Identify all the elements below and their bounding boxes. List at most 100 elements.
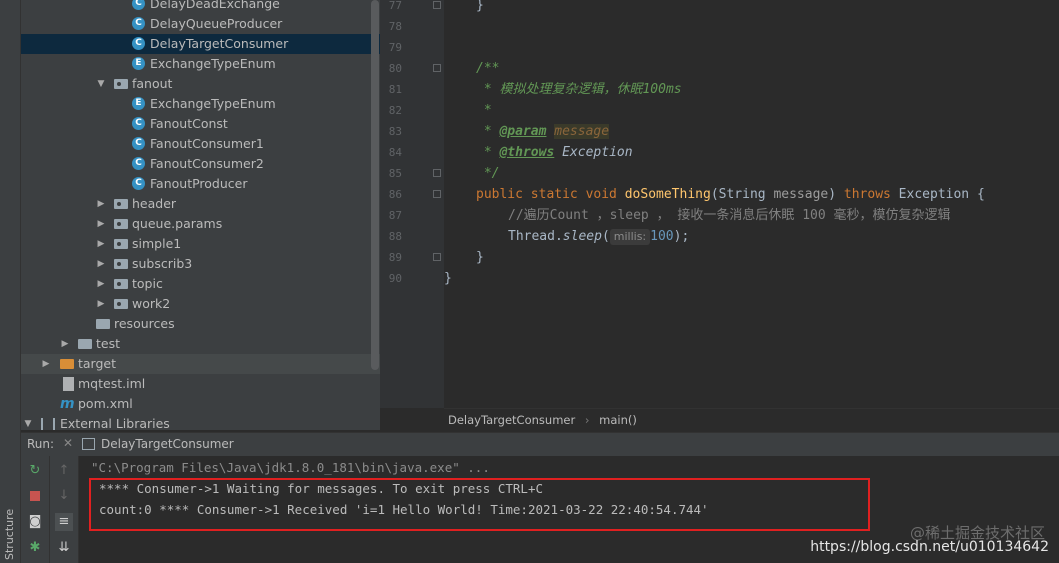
tree-item[interactable]: C FanoutConsumer1 [21,134,380,154]
console-line: "C:\Program Files\Java\jdk1.8.0_181\bin\… [91,460,490,475]
run-toolbar-primary: ↻ ◙ ✱ [21,456,50,563]
structure-tab[interactable]: Structure [2,508,18,560]
line-number: 79 [388,41,402,54]
line-number: 86 [388,188,402,201]
package-icon [114,279,128,289]
project-panel: C DelayDeadExchange C DelayQueueProducer C… [21,0,380,430]
breadcrumb-separator-icon: › [584,413,590,427]
tree-item-folder[interactable]: resources [21,314,380,334]
tree-item[interactable]: E ExchangeTypeEnum [21,94,380,114]
chevron-down-icon[interactable]: ▼ [96,74,106,94]
line-number: 82 [388,104,402,117]
soft-wrap-icon[interactable]: ≡ [55,513,73,531]
run-tab[interactable]: DelayTargetConsumer [101,437,234,451]
fold-marker-icon[interactable] [433,190,441,198]
maven-icon: m [60,396,75,412]
camera-icon[interactable]: ◙ [26,513,44,531]
breadcrumb-class[interactable]: DelayTargetConsumer [448,413,575,427]
enum-icon: E [132,97,145,110]
line-number: 84 [388,146,402,159]
chevron-right-icon[interactable]: ▶ [96,214,106,234]
tree-item-folder[interactable]: ▼ External Libraries [21,414,380,430]
package-icon [114,239,128,249]
tree-item-folder[interactable]: ▶ target [21,354,380,374]
line-number: 85 [388,167,402,180]
tree-item[interactable]: C FanoutConsumer2 [21,154,380,174]
arrow-down-icon[interactable]: ↓ [55,487,73,505]
line-number: 81 [388,83,402,96]
line-number: 80 [388,62,402,75]
chevron-right-icon[interactable]: ▶ [41,354,51,374]
fold-marker-icon[interactable] [433,253,441,261]
tree-item-folder[interactable]: ▶ simple1 [21,234,380,254]
tree-item-folder[interactable]: ▶ test [21,334,380,354]
fold-marker-icon[interactable] [433,169,441,177]
package-icon [114,219,128,229]
tree-item[interactable]: C DelayDeadExchange [21,0,380,14]
debug-icon[interactable]: ✱ [26,539,44,557]
project-scrollbar[interactable] [371,0,379,370]
tree-item-folder[interactable]: ▶ subscrib3 [21,254,380,274]
breadcrumb: DelayTargetConsumer › main() [444,408,1059,431]
run-label: Run: [27,437,55,451]
class-icon: C [132,117,145,130]
code-line: } [444,271,452,286]
resources-folder-icon [96,319,110,329]
package-icon [114,79,128,89]
tree-item[interactable]: E ExchangeTypeEnum [21,54,380,74]
chevron-right-icon[interactable]: ▶ [96,234,106,254]
line-number: 89 [388,251,402,264]
class-icon: C [132,0,145,10]
tree-item-folder[interactable]: ▶ queue.params [21,214,380,234]
arrow-up-icon[interactable]: ↑ [55,462,73,480]
line-number: 78 [388,20,402,33]
watermark-url: https://blog.csdn.net/u010134642 [810,539,1049,555]
fold-marker-icon[interactable] [433,64,441,72]
class-icon: C [132,157,145,170]
tree-item-file[interactable]: mqtest.iml [21,374,380,394]
code-line: } [476,0,484,13]
line-number: 90 [388,272,402,285]
parameter-hint: millis: [609,229,651,245]
class-icon: C [132,17,145,30]
class-icon: C [132,37,145,50]
code-line: } [476,250,484,265]
code-line: * 模拟处理复杂逻辑，休眠100ms [476,82,682,97]
tree-item[interactable]: C FanoutConst [21,114,380,134]
scroll-to-end-icon[interactable]: ⇊ [55,539,73,557]
code-line: * [476,103,492,118]
code-line: */ [476,166,500,181]
class-icon: C [132,137,145,150]
rerun-icon[interactable]: ↻ [26,462,44,480]
tree-item-selected[interactable]: C DelayTargetConsumer [21,34,380,54]
folder-icon [60,359,74,369]
line-number: 77 [388,0,402,12]
breadcrumb-method[interactable]: main() [599,413,637,427]
chevron-right-icon[interactable]: ▶ [96,254,106,274]
close-tab-icon[interactable]: ✕ [63,436,73,450]
tree-item-folder[interactable]: ▶ header [21,194,380,214]
chevron-right-icon[interactable]: ▶ [96,274,106,294]
fold-marker-icon[interactable] [433,1,441,9]
file-icon [63,377,74,391]
run-toolbar-secondary: ↑ ↓ ≡ ⇊ [50,456,79,563]
left-tool-strip [0,0,21,563]
tree-item-folder[interactable]: ▶ topic [21,274,380,294]
tree-item-folder[interactable]: ▶ work2 [21,294,380,314]
line-number: 88 [388,230,402,243]
chevron-right-icon[interactable]: ▶ [60,334,70,354]
enum-icon: E [132,57,145,70]
tree-item-file[interactable]: m pom.xml [21,394,380,414]
tree-item[interactable]: C DelayQueueProducer [21,14,380,34]
tree-item-folder[interactable]: ▼ fanout [21,74,380,94]
chevron-down-icon[interactable]: ▼ [23,414,33,430]
line-number: 83 [388,125,402,138]
stop-icon[interactable] [26,487,44,505]
tree-item[interactable]: C FanoutProducer [21,174,380,194]
code-line: public static void doSomeThing(String me… [476,187,985,202]
chevron-right-icon[interactable]: ▶ [96,194,106,214]
package-icon [114,299,128,309]
chevron-right-icon[interactable]: ▶ [96,294,106,314]
package-icon [114,259,128,269]
run-config-icon [82,438,95,450]
